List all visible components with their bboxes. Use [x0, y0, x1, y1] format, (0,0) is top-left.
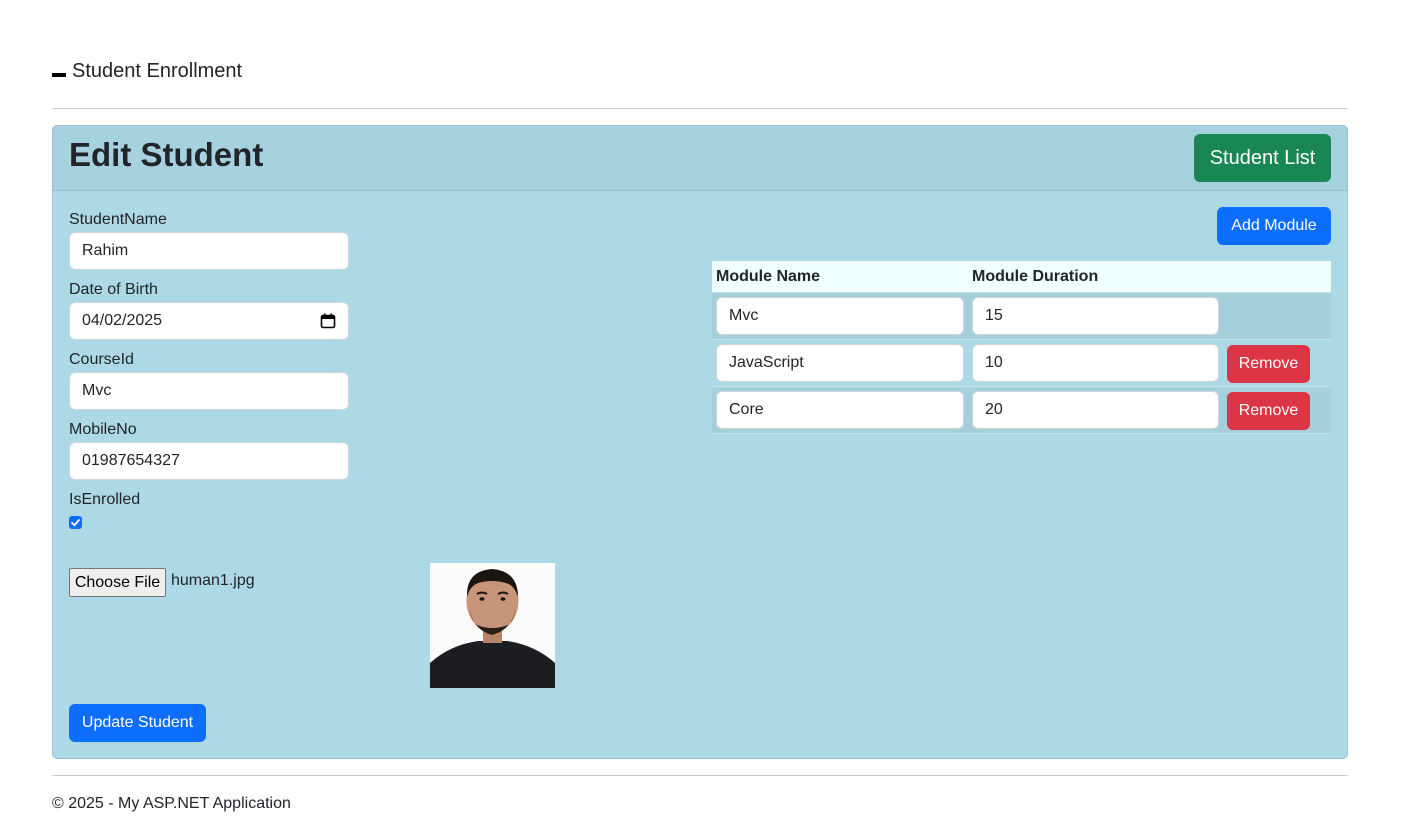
page-title: Edit Student	[69, 136, 264, 173]
footer-divider	[52, 775, 1348, 776]
module-duration-input[interactable]: 15	[972, 297, 1219, 335]
course-input[interactable]: Mvc	[69, 372, 349, 410]
choose-file-button[interactable]: Choose File	[69, 568, 166, 597]
file-name: human1.jpg	[171, 572, 255, 589]
mobile-input[interactable]: 01987654327	[69, 442, 349, 480]
footer-copyright: © 2025 - My ASP.NET Application	[52, 795, 291, 812]
remove-module-button[interactable]: Remove	[1227, 392, 1310, 430]
edit-student-card: Edit Student Student List StudentName Ra…	[52, 125, 1348, 759]
dob-input[interactable]: 04/02/2025	[69, 302, 349, 340]
calendar-icon[interactable]	[320, 313, 336, 329]
brand-link[interactable]: Student Enrollment	[52, 58, 242, 84]
module-name-header: Module Name	[716, 268, 821, 285]
add-module-button[interactable]: Add Module	[1217, 207, 1331, 245]
student-name-input[interactable]: Rahim	[69, 232, 349, 270]
dob-value: 04/02/2025	[82, 312, 163, 329]
student-name-label: StudentName	[69, 211, 167, 228]
table-row: Mvc 15	[712, 293, 1331, 340]
course-label: CourseId	[69, 351, 134, 368]
table-row: Core 20 Remove	[712, 387, 1331, 434]
enrolled-label: IsEnrolled	[69, 491, 141, 508]
student-photo	[430, 563, 555, 688]
module-duration-input[interactable]: 10	[972, 344, 1219, 382]
remove-module-button[interactable]: Remove	[1227, 345, 1310, 383]
dob-label: Date of Birth	[69, 281, 158, 298]
student-portrait-image	[430, 563, 555, 688]
card-header: Edit Student Student List	[53, 126, 1347, 191]
enrolled-checkbox[interactable]	[69, 516, 82, 529]
check-icon	[71, 519, 80, 527]
module-name-input[interactable]: Mvc	[716, 297, 964, 335]
module-name-input[interactable]: Core	[716, 391, 964, 429]
module-name-input[interactable]: JavaScript	[716, 344, 964, 382]
brand-icon	[52, 73, 66, 77]
table-row: JavaScript 10 Remove	[712, 340, 1331, 387]
module-duration-header: Module Duration	[972, 268, 1099, 285]
module-duration-input[interactable]: 20	[972, 391, 1219, 429]
modules-table-header: Module Name Module Duration	[712, 261, 1331, 293]
student-list-button[interactable]: Student List	[1194, 134, 1331, 182]
header-divider	[52, 108, 1348, 109]
update-student-button[interactable]: Update Student	[69, 704, 206, 742]
mobile-label: MobileNo	[69, 421, 137, 438]
brand-title: Student Enrollment	[72, 59, 243, 82]
